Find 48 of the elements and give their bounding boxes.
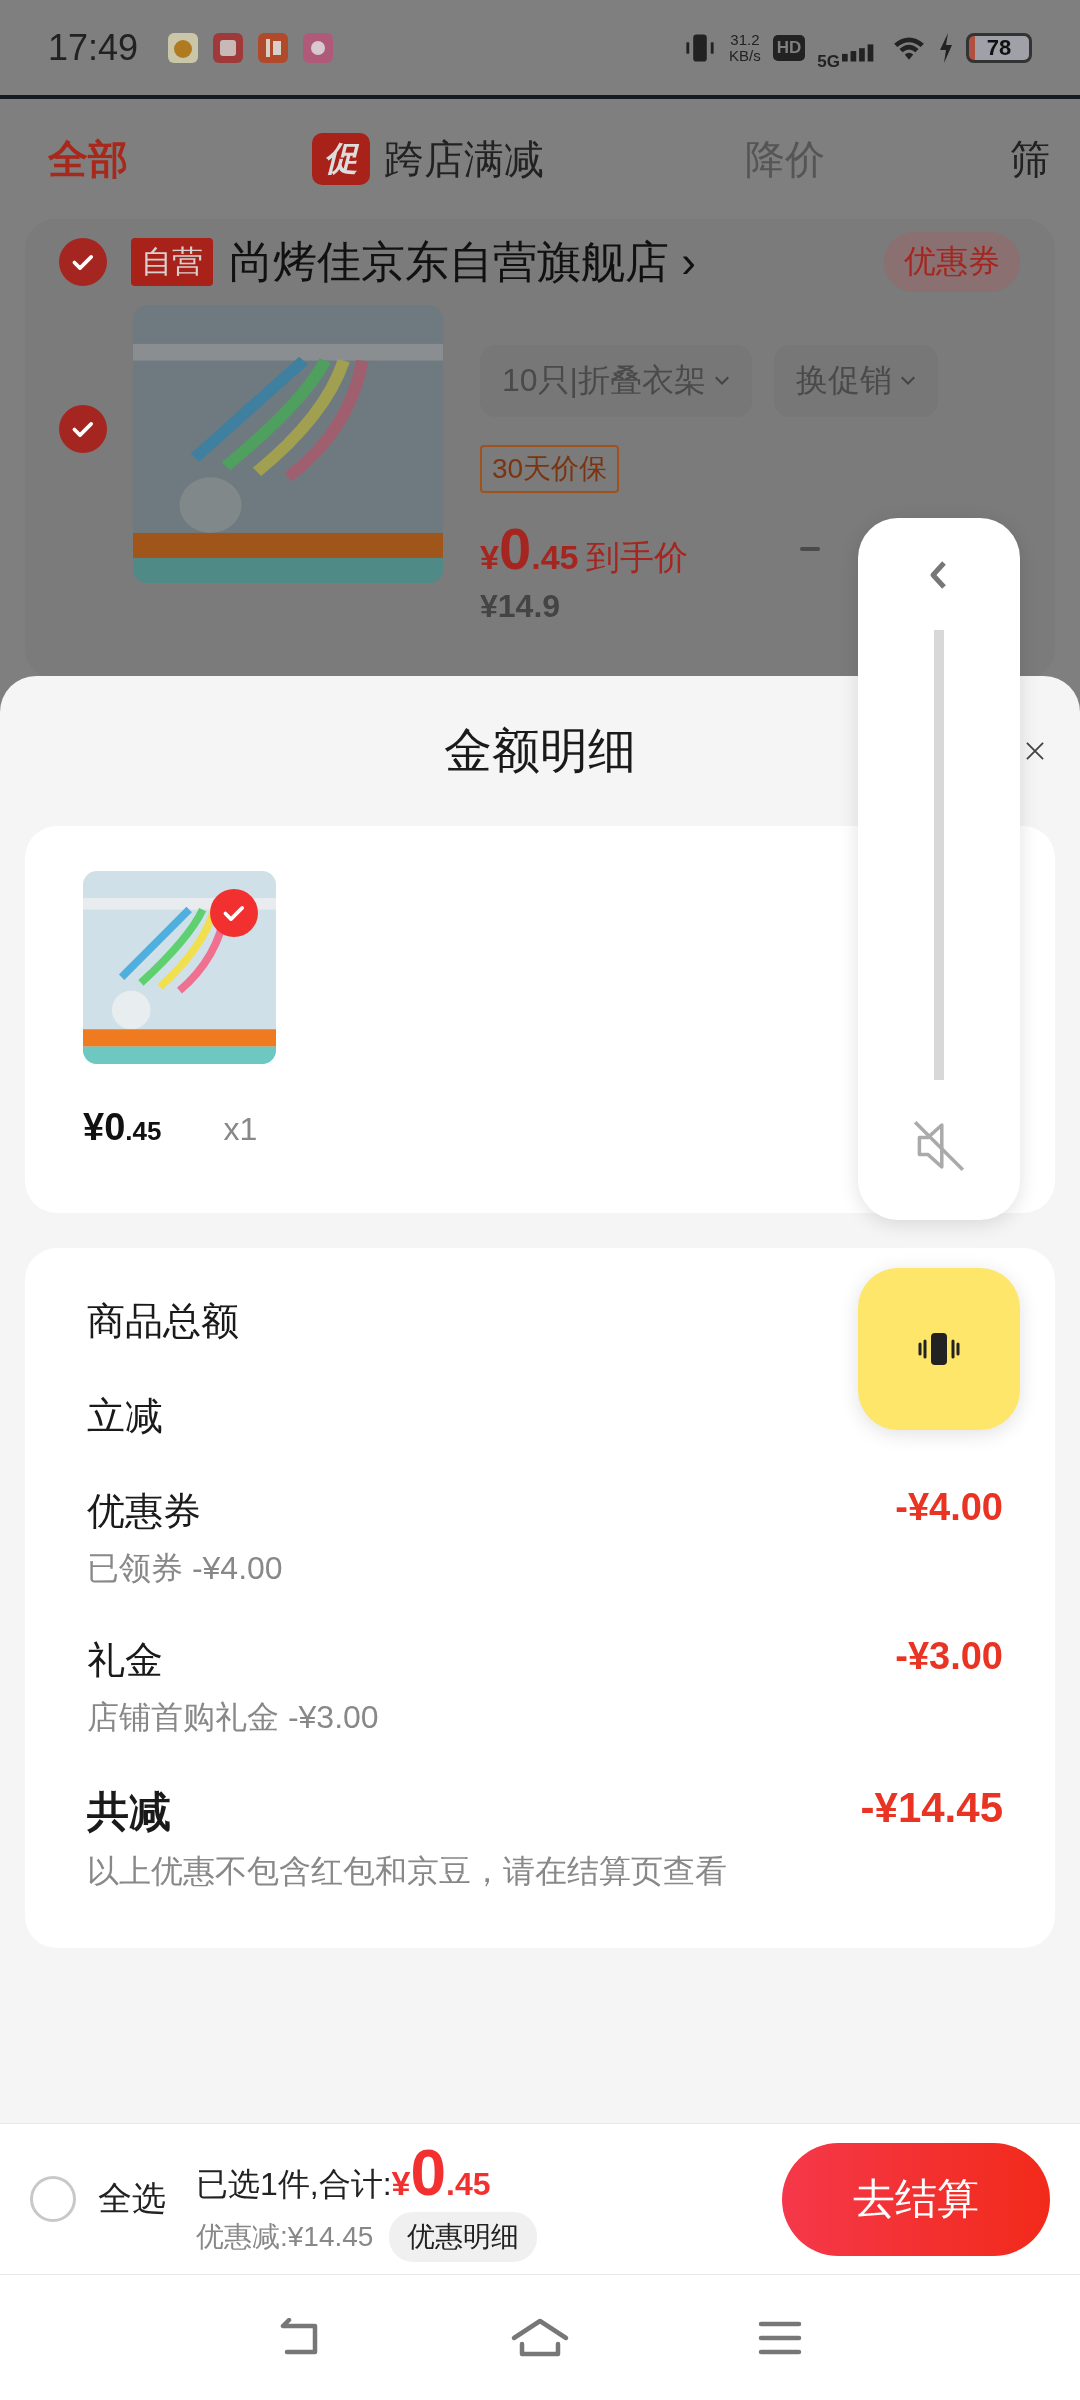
select-all-label[interactable]: 全选 — [98, 2176, 166, 2222]
summary-label: 已选1件,合计: — [196, 2165, 392, 2204]
network-type: 5G — [817, 51, 840, 72]
filter-tab[interactable]: 促 跨店满减 — [312, 131, 745, 187]
network-speed: 31.2 — [730, 31, 760, 48]
checkbox[interactable] — [59, 238, 107, 286]
item-price: ¥0.45 — [480, 515, 579, 582]
sheet-title: 金额明细 — [444, 723, 636, 779]
item-quantity: x1 — [223, 1111, 258, 1148]
self-operated-tag: 自营 — [131, 238, 213, 286]
app-notification-icon — [213, 32, 244, 63]
hd-badge: HD — [772, 34, 806, 61]
app-notification-icon — [303, 32, 334, 63]
price-guarantee-tag: 30天价保 — [480, 445, 620, 493]
caret-icon — [899, 376, 916, 386]
battery-level: 78 — [966, 32, 1032, 63]
app-notification-icon — [258, 32, 289, 63]
caret-icon — [713, 376, 730, 386]
item-price: ¥0.45 — [83, 1106, 162, 1149]
app-notification-icon — [168, 32, 199, 63]
checkbox[interactable] — [59, 405, 107, 453]
detail-label: 共减 — [87, 1787, 172, 1837]
detail-note: 以上优惠不包含红包和京豆，请在结算页查看 — [87, 1852, 727, 1891]
home-icon[interactable] — [510, 2317, 570, 2358]
detail-amount: -¥4.00 — [895, 1486, 1003, 1529]
detail-label: 优惠券 — [87, 1489, 202, 1534]
detail-label: 礼金 — [87, 1638, 164, 1683]
discount-detail-button[interactable]: 优惠明细 — [389, 2212, 538, 2262]
original-price: ¥14.9 — [480, 588, 562, 625]
checkout-button[interactable]: 去结算 — [782, 2142, 1050, 2256]
promo-badge: 促 — [312, 133, 370, 185]
filter-tab[interactable]: 筛 — [1010, 131, 1050, 187]
chevron-left-icon[interactable] — [929, 560, 949, 590]
price-note: 到手价 — [586, 537, 689, 578]
store-name[interactable]: 尚烤佳京东自营旗舰店 › — [229, 232, 696, 292]
detail-note: 已领券 -¥4.00 — [87, 1549, 283, 1588]
discount-total: 优惠减:¥14.45 — [196, 2220, 374, 2254]
network-speed-unit: KB/s — [729, 47, 761, 64]
total-price: ¥0.45 — [391, 2136, 491, 2210]
detail-amount: -¥3.00 — [895, 1635, 1003, 1678]
select-all-radio[interactable] — [30, 2176, 76, 2222]
mute-icon[interactable] — [911, 1118, 967, 1174]
detail-label: 商品总额 — [87, 1299, 239, 1344]
detail-label: 立减 — [87, 1394, 163, 1439]
detail-note: 店铺首购礼金 -¥3.00 — [87, 1698, 379, 1737]
status-time: 17:49 — [48, 26, 139, 69]
detail-amount: -¥14.45 — [860, 1784, 1003, 1832]
vibrate-mode-button[interactable] — [858, 1268, 1020, 1430]
